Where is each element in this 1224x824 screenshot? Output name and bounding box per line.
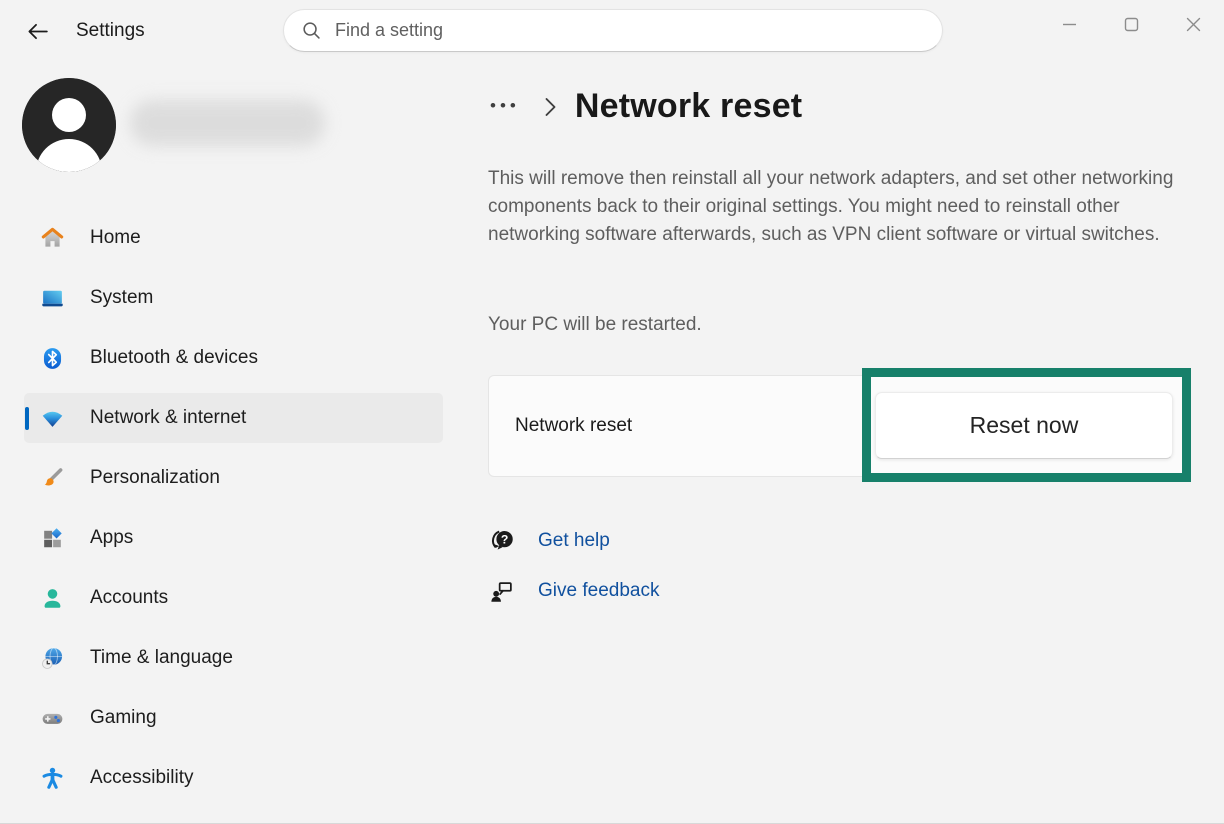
person-icon [40,586,65,611]
system-icon [40,286,65,311]
sidebar-item-label: Home [90,227,141,249]
sidebar-item-personalization[interactable]: Personalization [24,453,443,503]
breadcrumb-ellipsis[interactable]: ••• [488,92,522,120]
give-feedback-label: Give feedback [538,580,659,602]
sidebar-item-network-internet[interactable]: Network & internet [24,393,443,443]
minimize-button[interactable] [1038,0,1100,48]
window-controls [1038,0,1224,48]
gamepad-icon [40,706,65,731]
sidebar-item-bluetooth-devices[interactable]: Bluetooth & devices [24,333,443,383]
sidebar-item-label: Accounts [90,587,168,609]
page-description: This will remove then reinstall all your… [488,165,1188,249]
wifi-icon [40,406,65,431]
sidebar-item-gaming[interactable]: Gaming [24,693,443,743]
search-placeholder: Find a setting [335,20,443,41]
sidebar-item-label: Network & internet [90,407,246,429]
chevron-right-icon [544,96,557,118]
sidebar-item-label: Bluetooth & devices [90,347,258,369]
maximize-icon [1124,17,1139,32]
selection-accent-bar [25,407,29,430]
restart-note: Your PC will be restarted. [488,314,702,336]
sidebar-item-system[interactable]: System [24,273,443,323]
apps-icon [40,526,65,551]
close-icon [1186,17,1201,32]
avatar[interactable] [22,78,116,172]
get-help-icon: ? [488,527,516,555]
user-name-redacted [130,100,325,146]
search-input[interactable]: Find a setting [283,9,943,52]
sidebar-item-accessibility[interactable]: Accessibility [24,753,443,803]
minimize-icon [1062,17,1077,32]
sidebar-item-label: Apps [90,527,133,549]
accessibility-icon [40,766,65,791]
sidebar-item-label: Gaming [90,707,157,729]
breadcrumb: ••• Network reset [488,82,802,130]
give-feedback-icon [488,577,516,605]
sidebar-item-label: Accessibility [90,767,193,789]
sidebar-item-label: Time & language [90,647,233,669]
globe-clock-icon [40,646,65,671]
close-button[interactable] [1162,0,1224,48]
svg-text:?: ? [501,532,508,546]
reset-now-button[interactable]: Reset now [875,392,1173,459]
search-icon [301,20,322,41]
sidebar-item-home[interactable]: Home [24,213,443,263]
sidebar-item-time-language[interactable]: Time & language [24,633,443,683]
give-feedback-link[interactable]: Give feedback [488,577,659,605]
page-title: Network reset [575,87,802,126]
maximize-button[interactable] [1100,0,1162,48]
sidebar-nav: Home System Bluetooth & devices Network … [0,213,465,813]
back-button[interactable] [22,16,52,46]
get-help-label: Get help [538,530,610,552]
home-icon [40,226,65,251]
sidebar-item-accounts[interactable]: Accounts [24,573,443,623]
get-help-link[interactable]: ? Get help [488,527,610,555]
paintbrush-icon [40,466,65,491]
app-title: Settings [76,20,145,42]
sidebar-item-label: Personalization [90,467,220,489]
sidebar-item-apps[interactable]: Apps [24,513,443,563]
sidebar-item-label: System [90,287,153,309]
user-silhouette-icon [22,78,116,172]
bluetooth-icon [40,346,65,371]
network-reset-card-label: Network reset [515,415,632,437]
back-arrow-icon [25,19,50,44]
